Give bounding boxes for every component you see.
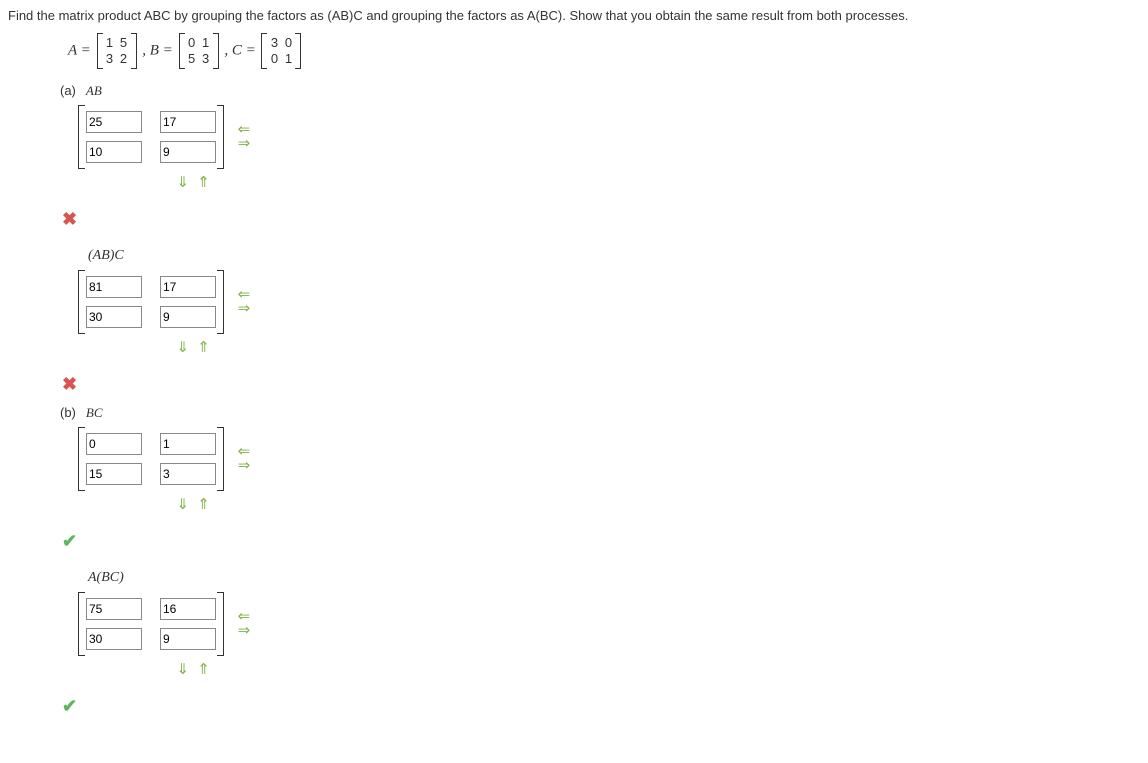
row-resize-arrows[interactable]: ⇓ ⇑ <box>78 495 250 513</box>
feedback-icon-right: ✔ <box>62 531 1140 552</box>
remove-row-icon[interactable]: ⇑ <box>197 496 212 513</box>
question-prompt: Find the matrix product ABC by grouping … <box>8 8 1140 23</box>
bc-cell-0-1[interactable] <box>160 433 216 455</box>
abc-cell-1-1[interactable] <box>160 306 216 328</box>
part-b-label: (b)BC <box>60 405 1140 421</box>
col-resize-arrows[interactable]: ⇐ ⇒ <box>238 123 251 151</box>
matrix-a: 15 32 <box>97 33 137 69</box>
remove-row-icon[interactable]: ⇑ <box>197 661 212 678</box>
answer-abc2: ⇐ ⇒ ⇓ ⇑ <box>78 592 250 678</box>
bc-cell-1-0[interactable] <box>86 463 142 485</box>
a-label: A = <box>68 42 91 58</box>
add-column-icon[interactable]: ⇒ <box>238 624 251 638</box>
feedback-icon-wrong: ✖ <box>62 209 1140 230</box>
sub-label-abc: (AB)C <box>88 248 1140 264</box>
remove-row-icon[interactable]: ⇑ <box>197 174 212 191</box>
ab-cell-1-0[interactable] <box>86 141 142 163</box>
add-row-icon[interactable]: ⇓ <box>176 339 191 356</box>
col-resize-arrows[interactable]: ⇐ ⇒ <box>238 288 251 316</box>
feedback-icon-wrong: ✖ <box>62 374 1140 395</box>
matrix-input-ab <box>78 105 224 169</box>
row-resize-arrows[interactable]: ⇓ ⇑ <box>78 660 250 678</box>
col-resize-arrows[interactable]: ⇐ ⇒ <box>238 445 251 473</box>
matrix-input-abc2 <box>78 592 224 656</box>
answer-bc: ⇐ ⇒ ⇓ ⇑ <box>78 427 250 513</box>
c-label: , C = <box>224 42 255 58</box>
answer-abc: ⇐ ⇒ ⇓ ⇑ <box>78 270 250 356</box>
add-column-icon[interactable]: ⇒ <box>238 137 251 151</box>
matrix-definitions: A = 15 32 , B = 01 53 , C = 30 01 <box>68 33 1140 69</box>
row-resize-arrows[interactable]: ⇓ ⇑ <box>78 338 250 356</box>
part-a-label: (a)AB <box>60 83 1140 99</box>
answer-ab: ⇐ ⇒ ⇓ ⇑ <box>78 105 250 191</box>
ab-cell-0-1[interactable] <box>160 111 216 133</box>
matrix-input-bc <box>78 427 224 491</box>
matrix-input-abc <box>78 270 224 334</box>
abc-cell-0-1[interactable] <box>160 276 216 298</box>
bc-cell-0-0[interactable] <box>86 433 142 455</box>
remove-row-icon[interactable]: ⇑ <box>197 339 212 356</box>
add-column-icon[interactable]: ⇒ <box>238 302 251 316</box>
abc2-cell-0-0[interactable] <box>86 598 142 620</box>
abc2-cell-0-1[interactable] <box>160 598 216 620</box>
abc2-cell-1-0[interactable] <box>86 628 142 650</box>
ab-cell-1-1[interactable] <box>160 141 216 163</box>
add-column-icon[interactable]: ⇒ <box>238 459 251 473</box>
add-row-icon[interactable]: ⇓ <box>176 496 191 513</box>
abc-cell-0-0[interactable] <box>86 276 142 298</box>
sub-label-abc2: A(BC) <box>88 570 1140 586</box>
col-resize-arrows[interactable]: ⇐ ⇒ <box>238 610 251 638</box>
abc2-cell-1-1[interactable] <box>160 628 216 650</box>
matrix-b: 01 53 <box>179 33 219 69</box>
ab-cell-0-0[interactable] <box>86 111 142 133</box>
bc-cell-1-1[interactable] <box>160 463 216 485</box>
add-row-icon[interactable]: ⇓ <box>176 174 191 191</box>
abc-cell-1-0[interactable] <box>86 306 142 328</box>
add-row-icon[interactable]: ⇓ <box>176 661 191 678</box>
b-label: , B = <box>142 42 173 58</box>
matrix-c: 30 01 <box>261 33 301 69</box>
row-resize-arrows[interactable]: ⇓ ⇑ <box>78 173 250 191</box>
feedback-icon-right: ✔ <box>62 696 1140 717</box>
